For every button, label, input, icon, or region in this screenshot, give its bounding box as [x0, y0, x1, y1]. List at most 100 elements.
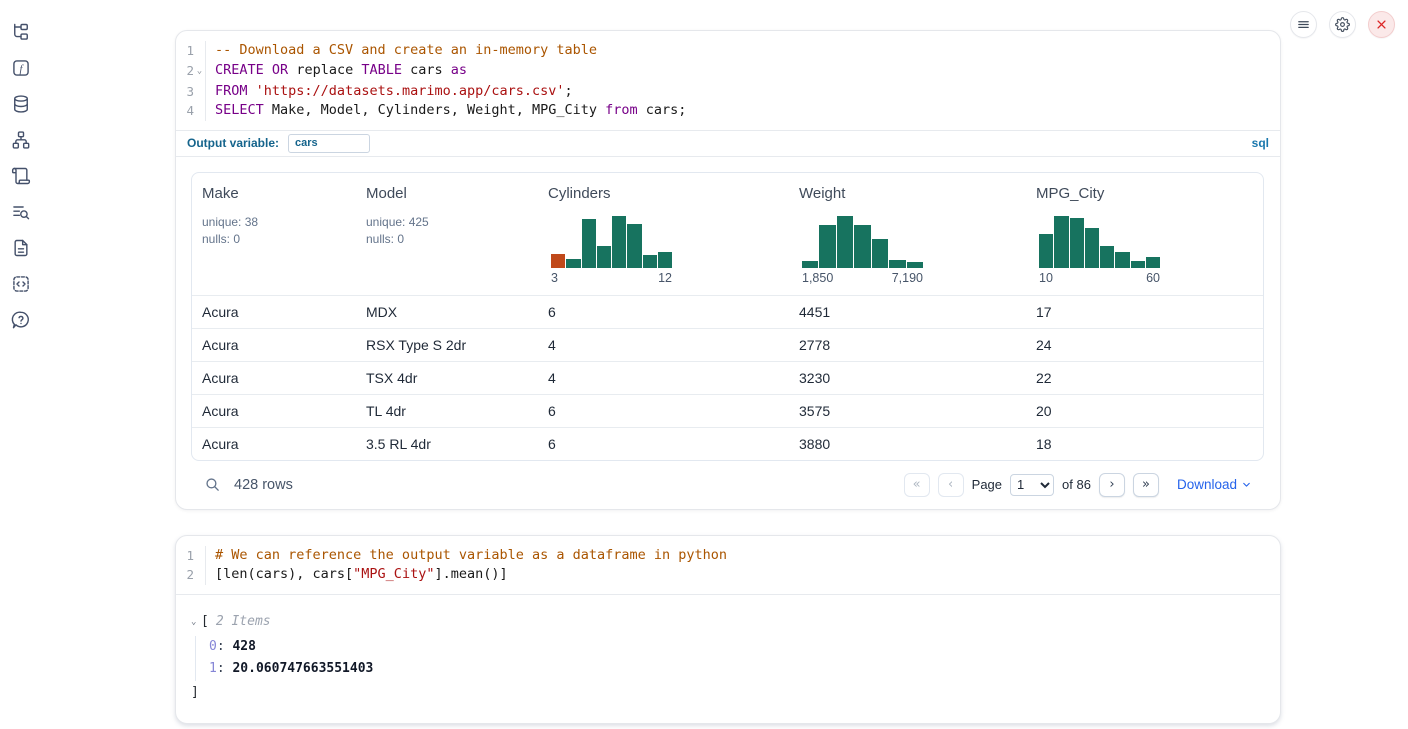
- settings-button[interactable]: [1329, 11, 1356, 38]
- logs-icon: [11, 202, 31, 222]
- code-text[interactable]: SELECT Make, Model, Cylinders, Weight, M…: [206, 101, 686, 121]
- histogram-bar: [872, 239, 888, 268]
- line-number: 2: [176, 565, 194, 585]
- table-row[interactable]: AcuraRSX Type S 2dr4277824: [192, 328, 1263, 361]
- table-cell: 20: [1026, 403, 1263, 419]
- column-name: Model: [366, 185, 528, 202]
- table-row[interactable]: AcuraTL 4dr6357520: [192, 394, 1263, 427]
- cylinders-histogram[interactable]: 3 12: [548, 214, 672, 285]
- code-token: as: [451, 62, 467, 78]
- sidebar-item-documentation[interactable]: [9, 236, 33, 260]
- column-name: Weight: [799, 185, 1016, 202]
- sidebar-item-snippets[interactable]: [9, 272, 33, 296]
- code-text[interactable]: [len(cars), cars["MPG_City"].mean()]: [206, 565, 508, 585]
- table-row[interactable]: AcuraMDX6445117: [192, 295, 1263, 328]
- python-code-editor[interactable]: 1# We can reference the output variable …: [176, 536, 1280, 595]
- mpg-city-histogram[interactable]: 10 60: [1036, 214, 1160, 285]
- null-count: nulls: 0: [202, 232, 240, 246]
- axis-max-label: 60: [1146, 271, 1160, 285]
- axis-max-label: 7,190: [892, 271, 923, 285]
- column-name: MPG_City: [1036, 185, 1253, 202]
- axis-min-label: 3: [551, 271, 558, 285]
- table-cell: RSX Type S 2dr: [356, 337, 538, 353]
- table-row[interactable]: Acura3.5 RL 4dr6388018: [192, 427, 1263, 460]
- line-number: 2: [176, 61, 194, 82]
- sidebar-item-help[interactable]: [9, 308, 33, 332]
- code-token: ].mean()]: [434, 566, 507, 582]
- output-variable-bar: Output variable: sql: [176, 130, 1280, 157]
- code-text[interactable]: FROM 'https://datasets.marimo.app/cars.c…: [206, 82, 573, 102]
- table-cell: Acura: [192, 403, 356, 419]
- histogram-bar: [837, 216, 853, 268]
- sql-code-editor[interactable]: 1-- Download a CSV and create an in-memo…: [176, 31, 1280, 130]
- last-page-button[interactable]: »: [1133, 473, 1159, 497]
- column-header-weight[interactable]: Weight 1,850 7,190: [789, 173, 1026, 295]
- histogram-bar: [907, 262, 923, 268]
- search-button[interactable]: [204, 476, 221, 493]
- download-button[interactable]: Download: [1177, 477, 1252, 492]
- output-variable-input[interactable]: [288, 134, 370, 153]
- page-label: Page: [972, 477, 1002, 492]
- fold-arrow-icon: [194, 546, 205, 566]
- dependency-graph-icon: [11, 130, 31, 150]
- prev-page-button[interactable]: ‹: [938, 473, 964, 497]
- code-token: 'https://datasets.marimo.app/cars.csv': [256, 83, 565, 99]
- chevron-down-icon: [1241, 479, 1252, 490]
- table-cell: 3.5 RL 4dr: [356, 436, 538, 452]
- gutter: 3: [176, 82, 206, 102]
- code-line: 2 [len(cars), cars["MPG_City"].mean()]: [176, 565, 1280, 585]
- column-header-mpg-city[interactable]: MPG_City 10 60: [1026, 173, 1263, 295]
- column-header-cylinders[interactable]: Cylinders 3 12: [538, 173, 789, 295]
- sidebar-item-dependency-graph[interactable]: [9, 128, 33, 152]
- scratchpad-icon: [11, 166, 31, 186]
- item-value: 428: [232, 639, 255, 654]
- histogram-bar: [819, 225, 835, 268]
- gear-icon: [1335, 17, 1350, 32]
- column-header-make[interactable]: Make unique: 38 nulls: 0: [192, 173, 356, 295]
- fold-arrow-icon[interactable]: ⌄: [194, 61, 205, 82]
- code-token: FROM: [215, 83, 248, 99]
- column-name: Cylinders: [548, 185, 779, 202]
- sql-cell: 1 -- Download a CSV and create an in-memo…: [175, 30, 1281, 510]
- item-colon: :: [217, 661, 233, 676]
- sql-result-output: Make unique: 38 nulls: 0 Model unique: 4…: [176, 157, 1280, 509]
- page-select[interactable]: 1: [1010, 474, 1054, 496]
- table-cell: Acura: [192, 304, 356, 320]
- sidebar-item-scratchpad[interactable]: [9, 164, 33, 188]
- gutter: 4: [176, 101, 206, 121]
- output-list-item: 1: 20.060747663551403: [209, 658, 1264, 681]
- histogram-bar: [1146, 257, 1160, 268]
- histogram-bar: [1131, 261, 1145, 268]
- sidebar-item-variables[interactable]: f: [9, 56, 33, 80]
- code-text[interactable]: -- Download a CSV and create an in-memor…: [206, 41, 597, 61]
- output-list-body: 0: 4281: 20.060747663551403: [195, 636, 1264, 681]
- weight-histogram[interactable]: 1,850 7,190: [799, 214, 923, 285]
- histogram-bar: [597, 246, 611, 268]
- gutter: 2⌄: [176, 61, 206, 82]
- column-name: Make: [202, 185, 346, 202]
- sidebar-item-logs[interactable]: [9, 200, 33, 224]
- code-token: -- Download a CSV and create an in-memor…: [215, 42, 597, 58]
- file-tree-icon: [11, 22, 31, 42]
- code-text[interactable]: CREATE OR replace TABLE cars as: [206, 61, 467, 82]
- column-header-model[interactable]: Model unique: 425 nulls: 0: [356, 173, 538, 295]
- sidebar-item-file-tree[interactable]: [9, 20, 33, 44]
- code-token: TABLE: [361, 62, 402, 78]
- download-label: Download: [1177, 477, 1237, 492]
- table-row[interactable]: AcuraTSX 4dr4323022: [192, 361, 1263, 394]
- code-line: 1-- Download a CSV and create an in-memo…: [176, 41, 1280, 61]
- line-number: 3: [176, 82, 194, 102]
- python-cell-output: ⌄ [ 2 Items 0: 4281: 20.060747663551403 …: [176, 595, 1280, 723]
- sidebar-item-datasources[interactable]: [9, 92, 33, 116]
- shutdown-button[interactable]: [1368, 11, 1395, 38]
- output-variable-label: Output variable:: [187, 136, 279, 150]
- code-token: [248, 83, 256, 99]
- table-cell: MDX: [356, 304, 538, 320]
- menu-button[interactable]: [1290, 11, 1317, 38]
- table-cell: Acura: [192, 370, 356, 386]
- collapse-chevron-icon[interactable]: ⌄: [191, 612, 201, 632]
- code-text[interactable]: # We can reference the output variable a…: [206, 546, 727, 566]
- next-page-button[interactable]: ›: [1099, 473, 1125, 497]
- first-page-button[interactable]: «: [904, 473, 930, 497]
- code-token: ;: [565, 83, 573, 99]
